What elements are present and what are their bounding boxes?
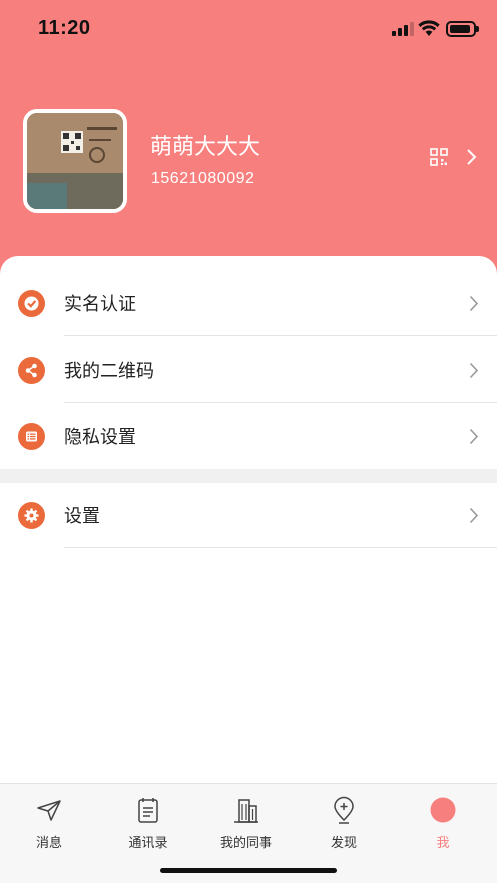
building-icon <box>234 799 258 823</box>
tab-me[interactable]: 我 <box>403 794 483 854</box>
tab-label: 发现 <box>330 836 357 851</box>
contacts-book-icon <box>138 798 158 823</box>
gear-icon <box>18 502 45 529</box>
status-bar: 11:20 <box>0 0 497 60</box>
tab-discover[interactable]: 发现 <box>304 794 384 854</box>
cellular-signal-icon <box>392 22 414 36</box>
tab-label: 我的同事 <box>219 836 272 851</box>
share-icon <box>18 357 45 384</box>
home-indicator <box>160 868 337 873</box>
avatar[interactable] <box>23 109 127 213</box>
profile-phone: 15621080092 <box>151 170 255 187</box>
chevron-right-icon <box>469 362 479 379</box>
profile-name: 萌萌大大大 <box>150 135 261 160</box>
qr-code-icon[interactable] <box>430 148 448 166</box>
menu-item-settings[interactable]: 设置 <box>0 482 497 548</box>
list-icon <box>18 423 45 450</box>
status-time: 11:20 <box>38 17 91 39</box>
menu-item-my-qr-code[interactable]: 我的二维码 <box>0 337 497 403</box>
menu-label: 我的二维码 <box>64 361 154 382</box>
chevron-right-icon <box>469 295 479 312</box>
menu-item-privacy-settings[interactable]: 隐私设置 <box>0 403 497 469</box>
chevron-right-icon <box>469 428 479 445</box>
menu-card: 实名认证 我的二维码 隐私设置 设置 <box>0 256 497 783</box>
menu-item-real-name-auth[interactable]: 实名认证 <box>0 270 497 336</box>
tab-label: 我 <box>436 836 450 851</box>
chevron-right-icon <box>469 507 479 524</box>
tab-my-colleagues[interactable]: 我的同事 <box>206 794 286 854</box>
tab-contacts[interactable]: 通讯录 <box>108 794 188 854</box>
menu-label: 实名认证 <box>64 294 136 315</box>
tab-label: 消息 <box>35 836 62 851</box>
chevron-right-icon[interactable] <box>466 148 478 166</box>
profile-header: 11:20 萌萌大大大 15621080092 <box>0 0 497 290</box>
battery-icon <box>446 21 479 37</box>
wifi-icon <box>418 20 440 36</box>
menu-label: 设置 <box>64 506 100 527</box>
profile-dot-icon <box>430 797 456 823</box>
tab-label: 通讯录 <box>128 836 168 851</box>
tab-messages[interactable]: 消息 <box>9 794 89 854</box>
check-circle-icon <box>18 290 45 317</box>
paper-plane-icon <box>37 800 61 821</box>
divider <box>64 335 497 336</box>
divider <box>64 547 497 548</box>
location-plus-icon <box>334 796 354 824</box>
menu-label: 隐私设置 <box>64 427 136 448</box>
section-gap <box>0 469 497 483</box>
